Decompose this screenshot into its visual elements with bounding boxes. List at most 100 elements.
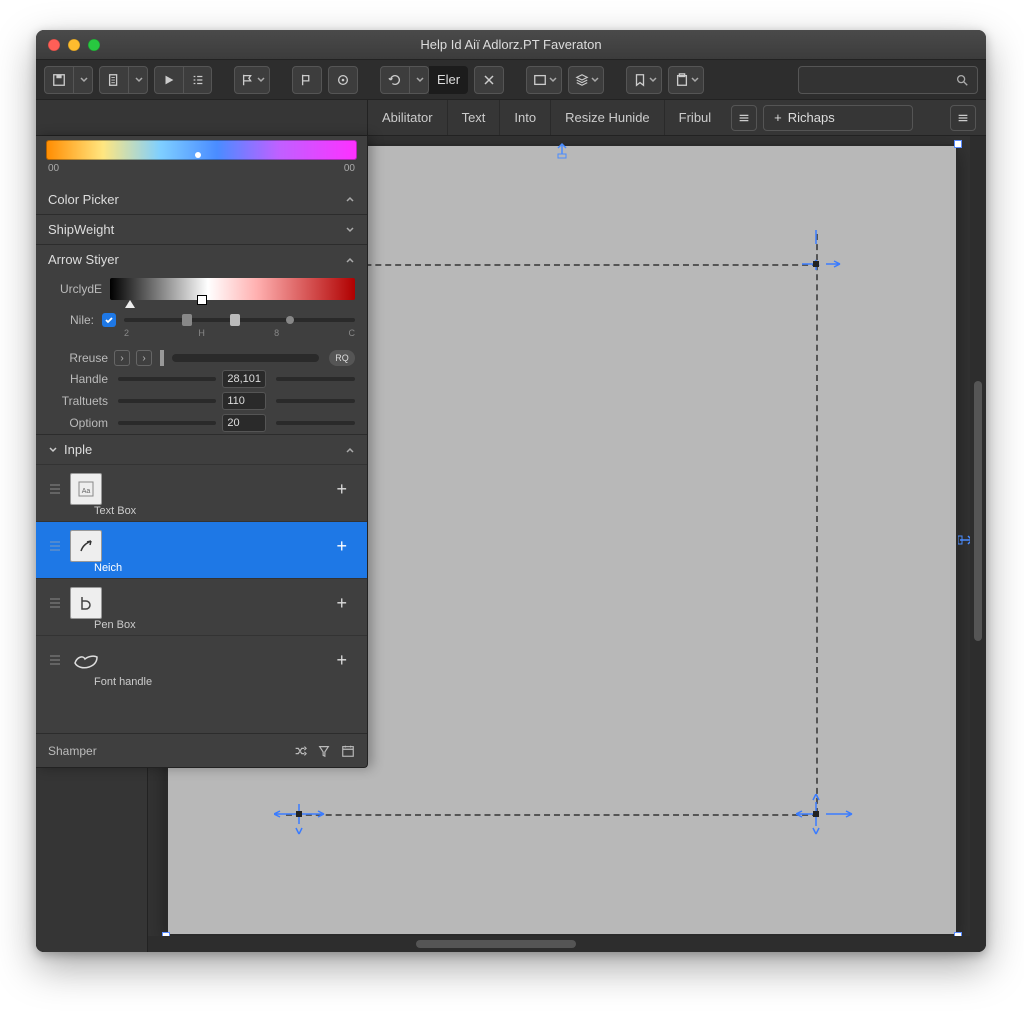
optiom-slider[interactable] <box>118 421 216 425</box>
reuse-slider[interactable] <box>172 354 319 362</box>
layer-penbox[interactable]: + Pen Box <box>36 578 367 635</box>
save-dropdown[interactable] <box>73 66 92 94</box>
richaps-field[interactable]: + Richaps <box>763 105 913 131</box>
rect-icon[interactable] <box>526 66 562 94</box>
filter-icon[interactable] <box>317 744 331 758</box>
resize-handle-bl[interactable] <box>162 932 170 936</box>
drag-handle-icon[interactable] <box>46 598 64 608</box>
bookmark-icon[interactable] <box>626 66 662 94</box>
toolbar-group-2 <box>99 66 148 94</box>
handle-value[interactable]: 28,101 <box>222 370 266 388</box>
refresh-icon[interactable] <box>381 66 409 94</box>
layer-fonthandle[interactable]: + Font handle <box>36 635 367 692</box>
zoom-window[interactable] <box>88 39 100 51</box>
reuse-pill[interactable]: RQ <box>329 350 355 366</box>
spectrum-left-value: 00 <box>48 163 59 174</box>
scrollbar-horizontal[interactable] <box>416 940 576 948</box>
flag2-icon[interactable] <box>292 66 322 94</box>
section-arrow-styer[interactable]: Arrow Stiyer <box>36 244 367 274</box>
doc-icon[interactable] <box>100 66 128 94</box>
layers-icon[interactable] <box>568 66 604 94</box>
chevron-up-icon <box>345 255 355 265</box>
chevron-up-icon <box>345 194 355 204</box>
drag-handle-icon[interactable] <box>46 484 64 494</box>
layer-add-icon[interactable]: + <box>336 536 347 557</box>
chevron-up-icon <box>345 445 355 455</box>
layer-label: Neich <box>36 562 367 574</box>
gradient-editor[interactable] <box>110 278 355 300</box>
optiom-value[interactable]: 20 <box>222 414 266 432</box>
guide-horizontal-bottom[interactable] <box>286 814 818 816</box>
spectrum-bar[interactable]: 00 00 <box>46 140 357 180</box>
tab-fribul[interactable]: Fribul <box>665 100 726 135</box>
urclyde-label: UrclydE <box>48 282 102 296</box>
layer-add-icon[interactable]: + <box>336 479 347 500</box>
scrollbar-vertical[interactable] <box>974 381 982 641</box>
section-color-picker[interactable]: Color Picker <box>36 184 367 214</box>
tab-resize[interactable]: Resize Hunide <box>551 100 665 135</box>
menu-icon[interactable] <box>731 105 757 131</box>
toolbar: Eler <box>36 60 986 100</box>
chevron-down-icon <box>48 445 58 455</box>
smart-guide-bl <box>274 794 334 844</box>
tabstrip: Abilitator Text Into Resize Hunide Fribu… <box>36 100 986 136</box>
gradient-stop-2[interactable] <box>198 296 206 304</box>
nile-slider[interactable]: 2 H 8 C <box>124 318 355 322</box>
drag-handle-icon[interactable] <box>46 655 64 665</box>
drag-handle-icon[interactable] <box>46 541 64 551</box>
window-title: Help Id Aiï Adlorz.PT Faveraton <box>36 37 986 52</box>
svg-text:Aa: Aa <box>82 488 91 495</box>
pen-icon <box>70 587 102 619</box>
search-icon <box>955 73 969 87</box>
handle-slider[interactable] <box>118 377 216 381</box>
reuse-prev[interactable]: › <box>114 350 130 366</box>
section-ship-weight[interactable]: ShipWeight <box>36 214 367 244</box>
refresh-dropdown[interactable] <box>409 66 428 94</box>
list-icon[interactable] <box>183 66 211 94</box>
reuse-next[interactable]: › <box>136 350 152 366</box>
hand-icon <box>70 644 102 676</box>
app-window: Help Id Aiï Adlorz.PT Faveraton Eler <box>36 30 986 952</box>
calendar-icon[interactable] <box>341 744 355 758</box>
nile-row: Nile: 2 H 8 C <box>36 308 367 332</box>
layer-textbox[interactable]: Aa + Text Box <box>36 464 367 521</box>
section-inple[interactable]: Inple <box>36 434 367 464</box>
doc-dropdown[interactable] <box>128 66 147 94</box>
smart-guide-tr <box>802 230 842 280</box>
nile-checkbox[interactable] <box>102 313 116 327</box>
shuffle-icon[interactable] <box>293 744 307 758</box>
more-icon[interactable] <box>950 105 976 131</box>
layer-add-icon[interactable]: + <box>336 593 347 614</box>
titlebar: Help Id Aiï Adlorz.PT Faveraton <box>36 30 986 60</box>
clipboard-icon[interactable] <box>668 66 704 94</box>
tab-text[interactable]: Text <box>448 100 501 135</box>
eler-label[interactable]: Eler <box>429 66 468 94</box>
close-window[interactable] <box>48 39 60 51</box>
reuse-handle[interactable] <box>160 350 164 366</box>
gradient-stop-1[interactable] <box>125 300 135 308</box>
traltuets-value[interactable]: 110 <box>222 392 266 410</box>
save-icon[interactable] <box>45 66 73 94</box>
search-field[interactable] <box>798 66 978 94</box>
tab-abilitator[interactable]: Abilitator <box>368 100 448 135</box>
close-icon[interactable] <box>474 66 504 94</box>
layer-label: Font handle <box>36 676 367 688</box>
flag-icon[interactable] <box>234 66 270 94</box>
sidebar-panel: 00 00 Color Picker ShipWeight Arrow Stiy… <box>36 136 368 768</box>
resize-handle-br[interactable] <box>954 932 962 936</box>
smart-guide-br <box>796 794 856 844</box>
minimize-window[interactable] <box>68 39 80 51</box>
gradient-row: UrclydE <box>36 274 367 302</box>
play-icon[interactable] <box>155 66 183 94</box>
resize-handle-tr[interactable] <box>954 140 962 148</box>
layer-add-icon[interactable]: + <box>336 650 347 671</box>
tab-into[interactable]: Into <box>500 100 551 135</box>
traltuets-slider[interactable] <box>118 399 216 403</box>
reuse-row: Rreuse › › RQ <box>36 346 367 368</box>
spectrum-right-value: 00 <box>344 163 355 174</box>
layer-neich[interactable]: + Neich <box>36 521 367 578</box>
guide-vertical-right[interactable] <box>816 234 818 814</box>
target-icon[interactable] <box>328 66 358 94</box>
layers-list: Aa + Text Box + Neich <box>36 464 367 733</box>
anchor-right-icon <box>958 530 970 550</box>
